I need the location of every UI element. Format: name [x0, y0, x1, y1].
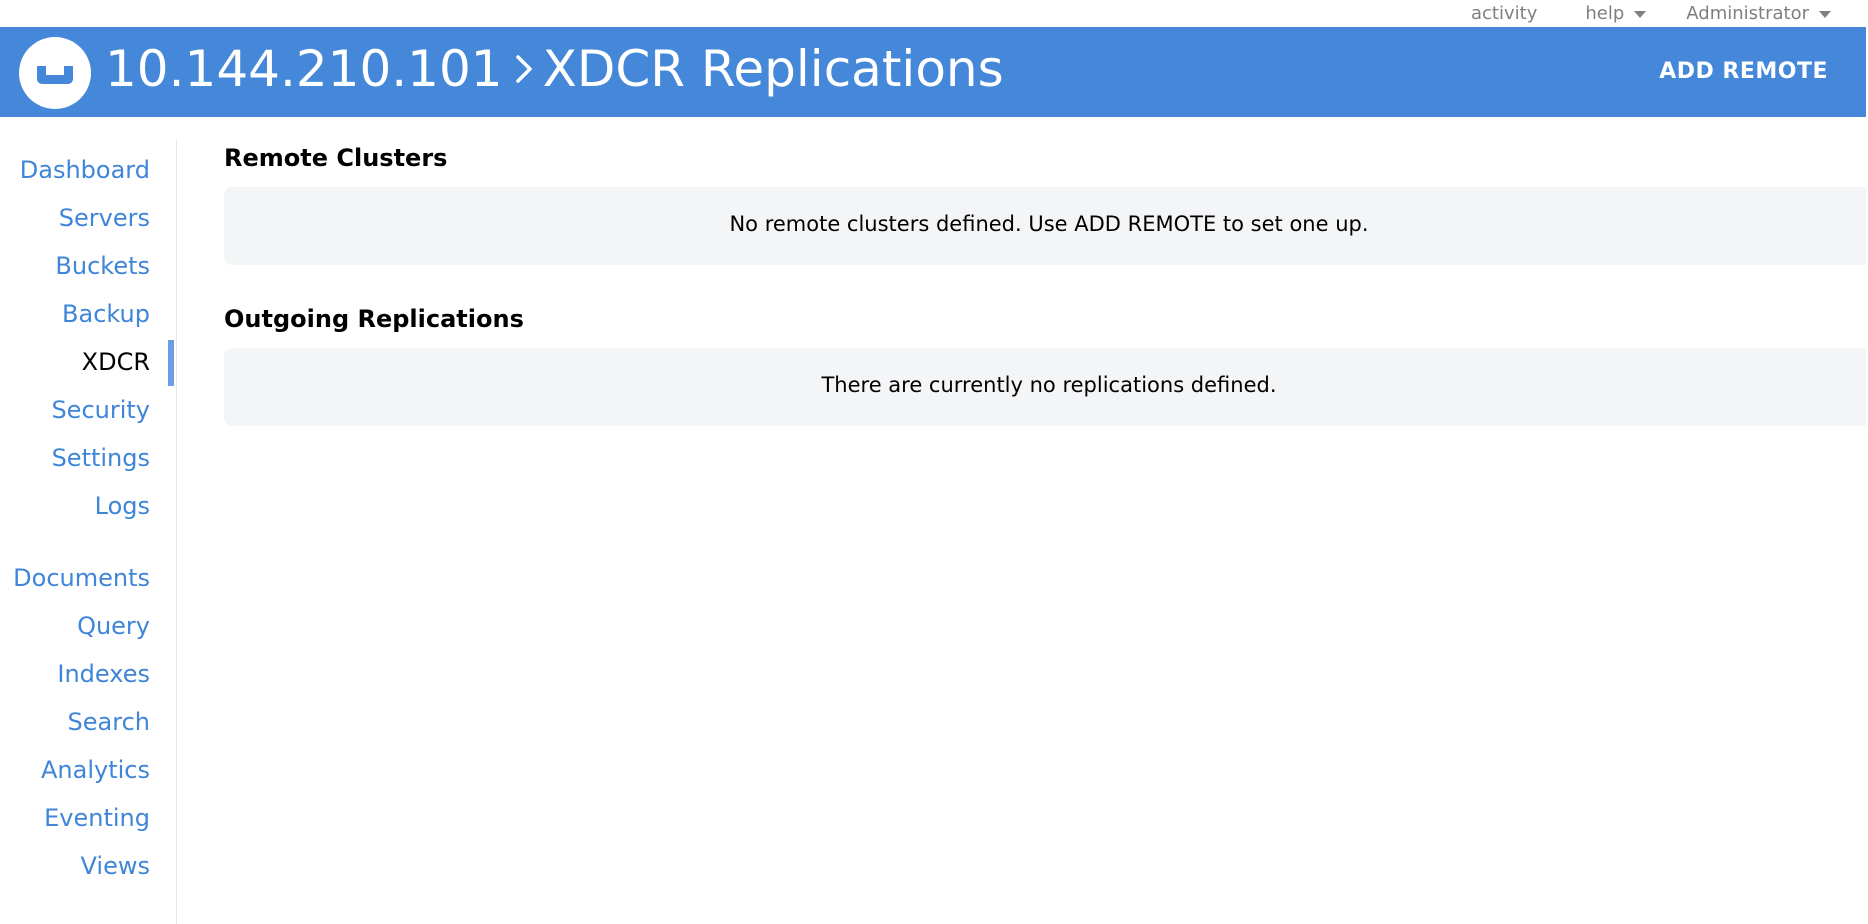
page-name: XDCR Replications [542, 40, 1004, 98]
activity-label: activity [1471, 3, 1538, 24]
outgoing-replications-empty-message: There are currently no replications defi… [821, 373, 1277, 397]
user-label: Administrator [1686, 3, 1809, 24]
page-header: 10.144.210.101 XDCR Replications ADD REM… [0, 27, 1866, 117]
active-nav-indicator [168, 340, 174, 386]
help-menu[interactable]: help [1585, 3, 1647, 24]
sidebar-item-backup[interactable]: Backup [62, 300, 150, 328]
sidebar-item-dashboard[interactable]: Dashboard [20, 156, 150, 184]
sidebar-item-eventing[interactable]: Eventing [44, 804, 150, 832]
sidebar-nav: Dashboard Servers Buckets Backup XDCR Se… [0, 140, 177, 924]
caret-down-icon [1634, 10, 1647, 18]
sidebar-item-indexes[interactable]: Indexes [57, 660, 150, 688]
sidebar-item-settings[interactable]: Settings [52, 444, 150, 472]
caret-down-icon [1819, 10, 1831, 18]
sidebar-item-documents[interactable]: Documents [13, 564, 150, 592]
sidebar-item-logs[interactable]: Logs [95, 492, 150, 520]
host-name[interactable]: 10.144.210.101 [105, 38, 503, 100]
remote-clusters-empty-message: No remote clusters defined. Use ADD REMO… [729, 212, 1369, 236]
page-title: 10.144.210.101 XDCR Replications [105, 38, 1004, 100]
outgoing-replications-panel: There are currently no replications defi… [224, 348, 1868, 426]
chevron-right-icon [515, 54, 533, 84]
user-menu[interactable]: Administrator [1686, 3, 1831, 24]
sidebar-item-security[interactable]: Security [51, 396, 150, 424]
outgoing-replications-title: Outgoing Replications [224, 305, 524, 333]
sidebar-item-buckets[interactable]: Buckets [55, 252, 150, 280]
sidebar-item-search[interactable]: Search [68, 708, 150, 736]
activity-link[interactable]: activity [1471, 3, 1537, 24]
add-remote-button[interactable]: ADD REMOTE [1659, 59, 1828, 84]
sidebar-item-xdcr[interactable]: XDCR [82, 348, 150, 376]
couchbase-logo-icon[interactable] [19, 37, 91, 109]
sidebar-item-servers[interactable]: Servers [59, 204, 150, 232]
remote-clusters-panel: No remote clusters defined. Use ADD REMO… [224, 187, 1868, 265]
sidebar-item-views[interactable]: Views [81, 852, 150, 880]
remote-clusters-title: Remote Clusters [224, 144, 448, 172]
sidebar-item-query[interactable]: Query [77, 612, 150, 640]
top-links: activity help Administrator [1471, 3, 1831, 24]
sidebar-item-analytics[interactable]: Analytics [41, 756, 150, 784]
top-utility-bar: activity help Administrator [0, 0, 1868, 27]
help-label: help [1585, 3, 1625, 24]
